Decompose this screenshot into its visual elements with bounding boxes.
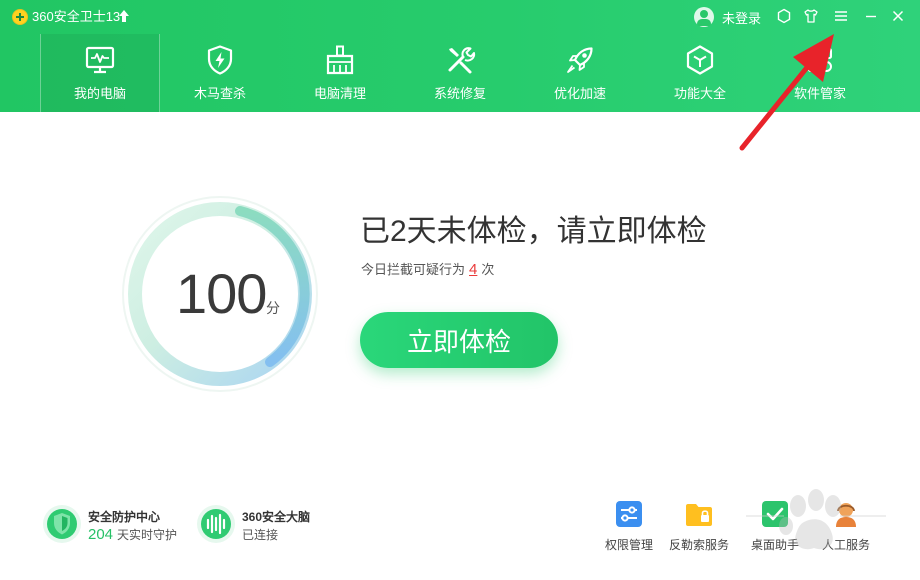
permission-sliders-icon: [616, 501, 642, 527]
monitor-icon: [85, 46, 115, 74]
nav-label: 功能大全: [673, 86, 726, 101]
minimize-icon[interactable]: [863, 8, 879, 24]
status-headline: 已2天未体检，请立即体检: [360, 215, 707, 248]
upgrade-arrow-icon[interactable]: [118, 9, 130, 23]
broom-icon: [326, 45, 354, 75]
blocked-behavior-text: 今日拦截可疑行为 4 次: [361, 261, 494, 279]
menu-icon[interactable]: [833, 8, 849, 24]
security-brain[interactable]: 360安全大脑 已连接: [196, 504, 336, 546]
protection-days-value: 204: [88, 526, 114, 543]
avatar-icon[interactable]: [694, 7, 714, 27]
blocked-suffix: 次: [481, 262, 495, 277]
cube-icon: [686, 45, 714, 75]
close-icon[interactable]: [890, 8, 906, 24]
app-logo-icon: [12, 9, 28, 25]
nav-label: 系统修复: [433, 86, 486, 101]
blocked-count[interactable]: 4: [469, 261, 477, 278]
security-brain-status: 已连接: [242, 528, 279, 542]
tshirt-skin-icon[interactable]: [803, 8, 819, 24]
nav-trojan-scan[interactable]: 木马查杀: [160, 34, 280, 112]
nav-label: 木马查杀: [193, 86, 246, 101]
security-center-title: 安全防护中心: [88, 510, 161, 524]
nav-label: 电脑清理: [313, 86, 366, 101]
baidu-paw-watermark: [746, 489, 886, 550]
rocket-icon: [567, 47, 593, 73]
nav-optimize[interactable]: 优化加速: [520, 34, 640, 112]
protection-days: 204 天实时守护: [88, 526, 177, 543]
nav-label: 我的电脑: [73, 86, 126, 101]
security-center[interactable]: 安全防护中心 204 天实时守护: [42, 504, 192, 546]
protection-days-suffix: 天实时守护: [117, 528, 178, 542]
tool-label: 权限管理: [604, 538, 653, 552]
app-title: 360安全卫士13: [32, 9, 121, 24]
shield-bolt-icon: [207, 45, 233, 75]
blocked-prefix: 今日拦截可疑行为: [361, 262, 466, 277]
health-score-value: 100: [176, 262, 267, 325]
check-now-button[interactable]: 立即体检: [360, 312, 558, 368]
tool-permission-management[interactable]: 权限管理: [594, 500, 664, 556]
nav-label: 优化加速: [553, 86, 606, 101]
skin-hexagon-icon[interactable]: [776, 8, 792, 24]
login-label[interactable]: 未登录: [722, 8, 761, 27]
health-score-unit: 分: [266, 300, 280, 316]
nav-cleanup[interactable]: 电脑清理: [280, 34, 400, 112]
user-login[interactable]: 未登录: [694, 6, 761, 28]
nav-my-computer[interactable]: 我的电脑: [40, 34, 160, 112]
security-shield-icon: [43, 505, 81, 543]
security-brain-title: 360安全大脑: [242, 510, 311, 524]
security-brain-icon: [197, 505, 235, 543]
tools-icon: [448, 47, 476, 74]
red-pointer-arrow-annotation: [739, 34, 834, 151]
nav-system-repair[interactable]: 系统修复: [400, 34, 520, 112]
